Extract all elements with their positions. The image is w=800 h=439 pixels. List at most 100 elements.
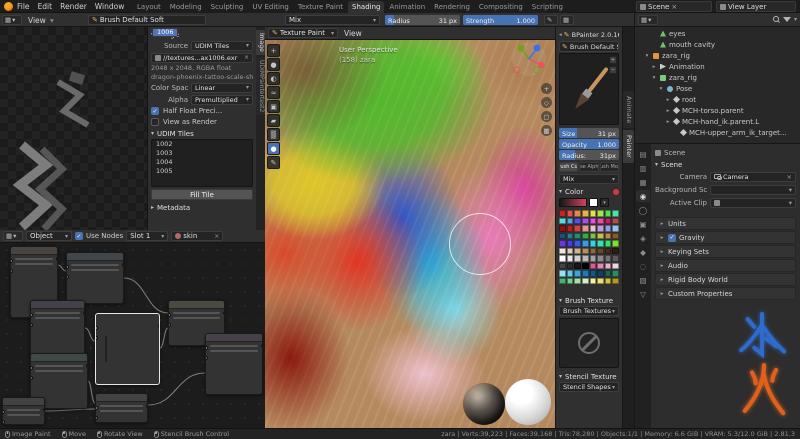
view-menu[interactable]: View xyxy=(28,16,46,25)
strength-slider[interactable]: Strength 1.000 xyxy=(463,15,538,25)
palette-swatch[interactable] xyxy=(574,255,581,262)
add-brush-button[interactable]: + xyxy=(609,56,617,64)
node-socket[interactable] xyxy=(2,420,5,424)
bpainter-blend-dropdown[interactable]: Mix ▾ xyxy=(559,174,619,184)
workspace-tab-rendering[interactable]: Rendering xyxy=(430,1,474,13)
properties-panel-keying-sets[interactable]: ▸Keying Sets xyxy=(655,245,796,258)
editor-type-button[interactable]: ▦▾ xyxy=(638,15,658,25)
palette-swatch[interactable] xyxy=(559,270,566,277)
render-tab[interactable]: ▤ xyxy=(636,148,650,160)
editor-type-button[interactable]: ▦▾ xyxy=(2,15,22,25)
node-socket[interactable] xyxy=(205,346,208,350)
menu-edit[interactable]: Edit xyxy=(38,2,53,11)
world-tab[interactable]: ◯ xyxy=(636,204,650,216)
active-brush-tool[interactable]: ● xyxy=(267,142,280,155)
node-socket[interactable] xyxy=(30,366,33,370)
sidebar-tab-painter[interactable]: Painter xyxy=(623,130,634,163)
properties-panel-custom-properties[interactable]: ▸Custom Properties xyxy=(655,287,796,300)
mode-dropdown[interactable]: ✎ Texture Paint ▾ xyxy=(268,28,338,38)
workspace-tab-modeling[interactable]: Modeling xyxy=(166,1,206,13)
texture-options-button[interactable]: ▦ xyxy=(560,15,574,25)
secondary-color-swatch[interactable] xyxy=(589,198,598,207)
palette-swatch[interactable] xyxy=(612,278,619,285)
palette-swatch[interactable] xyxy=(605,255,612,262)
outliner-row[interactable]: eyes xyxy=(635,28,800,39)
palette-swatch[interactable] xyxy=(582,210,589,217)
palette-swatch[interactable] xyxy=(574,248,581,255)
palette-swatch[interactable] xyxy=(605,225,612,232)
pan-icon[interactable]: ◇ xyxy=(541,97,552,108)
particles-tab[interactable]: ◆ xyxy=(636,246,650,258)
node-socket[interactable] xyxy=(95,416,98,420)
slot-dropdown[interactable]: Slot 1▾ xyxy=(126,231,168,241)
palette-swatch[interactable] xyxy=(582,248,589,255)
node-socket[interactable] xyxy=(223,311,225,315)
palette-swatch[interactable] xyxy=(559,263,566,270)
scene-selector[interactable]: Scene × xyxy=(636,1,712,12)
close-icon[interactable]: × xyxy=(244,54,249,61)
palette-swatch[interactable] xyxy=(567,225,574,232)
bpainter-opacity-slider[interactable]: Opacity1.000 xyxy=(559,139,619,149)
palette-swatch[interactable] xyxy=(574,210,581,217)
shader-type-dropdown[interactable]: Object▾ xyxy=(26,231,72,241)
matcap-preview-sphere[interactable] xyxy=(463,383,505,425)
outliner-row[interactable]: mouth cavity xyxy=(635,39,800,50)
brush-options-button[interactable]: ✎ xyxy=(544,15,558,25)
udim-tile-row[interactable]: 1002 xyxy=(152,140,252,149)
brush-texture-panel-header[interactable]: ▾ Brush Texture xyxy=(559,295,619,306)
bpainter-size-slider[interactable]: Size31 px xyxy=(559,128,619,138)
workspace-tab-texture-paint[interactable]: Texture Paint xyxy=(294,1,347,13)
palette-swatch[interactable] xyxy=(590,248,597,255)
palette-swatch[interactable] xyxy=(574,218,581,225)
blender-logo-icon[interactable] xyxy=(4,2,13,11)
expander-icon[interactable]: ▾ xyxy=(644,53,650,59)
bpainter-tab-brush-cur[interactable]: Brush Cur.. xyxy=(559,162,578,172)
use-nodes-checkbox[interactable] xyxy=(75,232,83,240)
color-gradient-bar[interactable] xyxy=(559,198,587,207)
outliner-row[interactable]: ▸Animation xyxy=(635,61,800,72)
outliner-row[interactable]: ▸root xyxy=(635,94,800,105)
fill-tile-button[interactable]: Fill Tile xyxy=(151,189,253,200)
expander-icon[interactable]: ▸ xyxy=(651,64,657,70)
node-socket[interactable] xyxy=(95,326,98,330)
active-clip-field[interactable]: ▾ xyxy=(710,198,796,208)
object-tab[interactable]: ▣ xyxy=(636,218,650,230)
palette-swatch[interactable] xyxy=(582,270,589,277)
radius-slider[interactable]: Radius 31 px xyxy=(385,15,460,25)
bpainter-brush-selector[interactable]: ✎ Brush Default Soft xyxy=(559,41,619,52)
palette-swatch[interactable] xyxy=(597,233,604,240)
palette-swatch[interactable] xyxy=(590,270,597,277)
palette-swatch[interactable] xyxy=(567,210,574,217)
eyedropper-button[interactable]: ▾ xyxy=(600,198,609,207)
object-data-tab[interactable]: ▽ xyxy=(636,288,650,300)
constraints-tab[interactable]: ▧ xyxy=(636,274,650,286)
node-socket[interactable] xyxy=(30,376,33,380)
palette-swatch[interactable] xyxy=(582,255,589,262)
chevron-down-icon[interactable]: ▾ xyxy=(794,16,797,23)
image-sidebar-tab-image[interactable]: Image xyxy=(256,30,265,55)
udim-tiles-panel-header[interactable]: ▾UDIM Tiles xyxy=(151,128,253,139)
physics-tab[interactable]: ◌ xyxy=(636,260,650,272)
palette-swatch[interactable] xyxy=(574,270,581,277)
sidebar-tab-animate[interactable]: Animate xyxy=(623,91,634,128)
palette-swatch[interactable] xyxy=(612,255,619,262)
palette-swatch[interactable] xyxy=(559,210,566,217)
brush-textures-dropdown[interactable]: Brush Textures ▾ xyxy=(559,306,619,316)
shader-node[interactable] xyxy=(30,300,85,358)
palette-swatch[interactable] xyxy=(612,240,619,247)
grid-ortho-icon[interactable]: ▦ xyxy=(541,125,552,136)
outliner-row[interactable]: ▸MCH-hand_ik.parent.L xyxy=(635,116,800,127)
node-socket[interactable] xyxy=(168,323,171,327)
color-space-dropdown[interactable]: Linear▾ xyxy=(191,83,253,93)
metadata-panel-header[interactable]: ▸Metadata xyxy=(151,202,253,213)
bpainter-radius-slider[interactable]: Radius:31px xyxy=(559,150,619,160)
palette-swatch[interactable] xyxy=(605,233,612,240)
udim-tile-row[interactable]: 1004 xyxy=(152,158,252,167)
mask-tool[interactable]: ▒ xyxy=(267,128,280,141)
view-layer-selector[interactable]: View Layer xyxy=(716,1,796,12)
palette-swatch[interactable] xyxy=(590,233,597,240)
node-socket[interactable] xyxy=(95,406,98,410)
brush-preview[interactable]: + − xyxy=(559,53,619,125)
expander-icon[interactable]: ▸ xyxy=(665,119,671,125)
palette-swatch[interactable] xyxy=(590,278,597,285)
